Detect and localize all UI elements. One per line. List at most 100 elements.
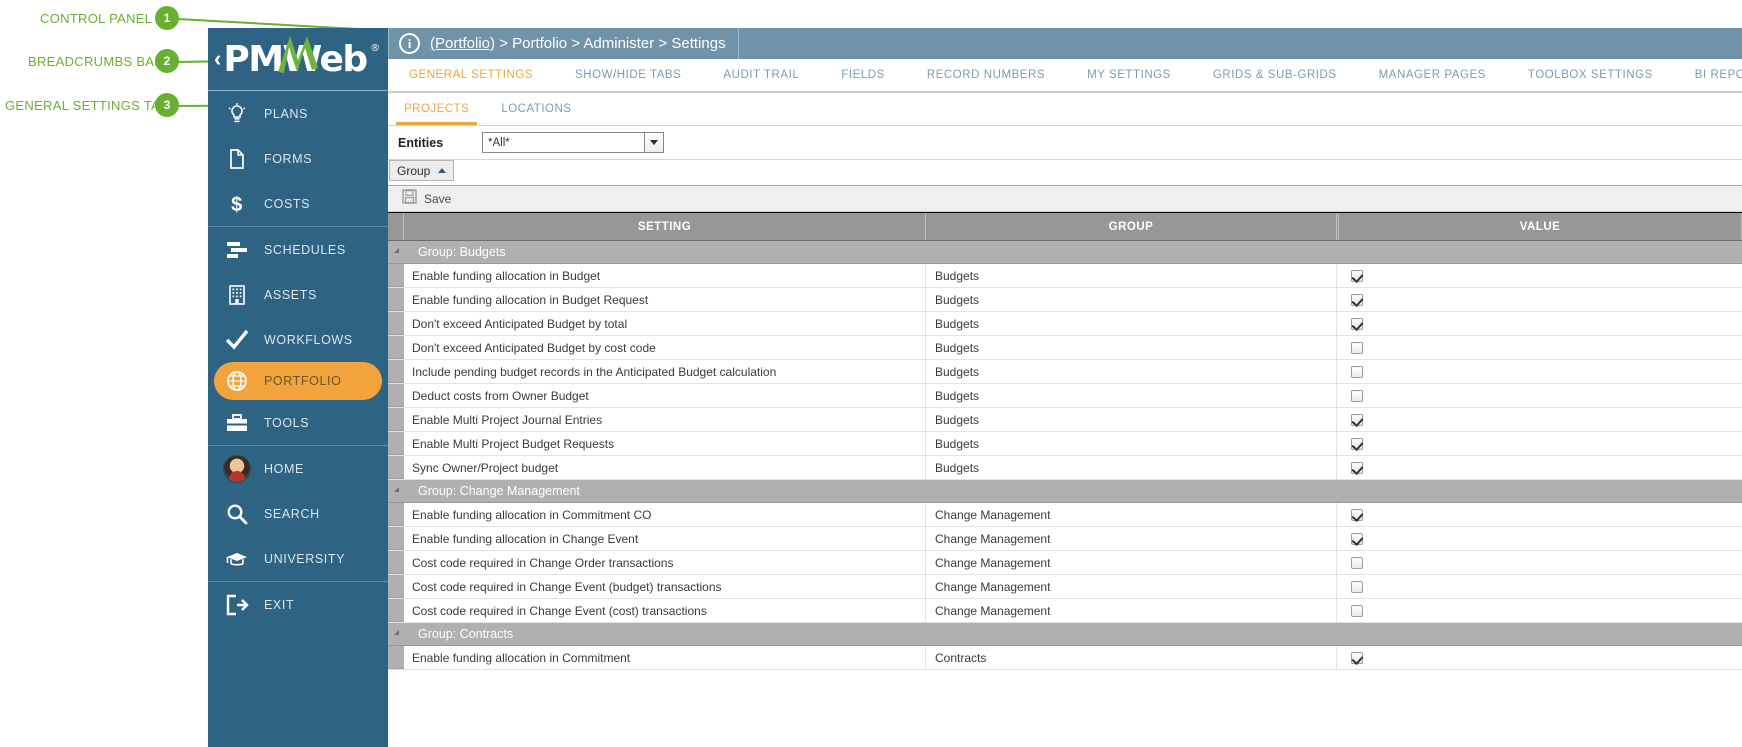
row-handle[interactable] <box>388 288 404 311</box>
cell-value[interactable] <box>1339 408 1742 431</box>
cell-value[interactable] <box>1339 646 1742 669</box>
table-row[interactable]: Cost code required in Change Order trans… <box>388 551 1742 575</box>
sidebar-item-search[interactable]: SEARCH <box>208 491 388 536</box>
grid-header-setting[interactable]: SETTING <box>404 213 926 240</box>
sidebar-item-workflows[interactable]: WORKFLOWS <box>208 317 388 362</box>
value-checkbox[interactable] <box>1351 413 1363 426</box>
entities-dropdown[interactable]: *All* <box>482 132 664 153</box>
row-handle[interactable] <box>388 646 404 669</box>
sidebar-item-tools[interactable]: TOOLS <box>208 400 388 445</box>
cell-value[interactable] <box>1339 432 1742 455</box>
group-collapse-icon[interactable] <box>388 630 404 638</box>
row-handle[interactable] <box>388 264 404 287</box>
row-handle[interactable] <box>388 456 404 479</box>
table-row[interactable]: Enable funding allocation in Budget Budge… <box>388 264 1742 288</box>
sidebar-item-costs[interactable]: $ COSTS <box>208 181 388 226</box>
breadcrumb-link-portfolio[interactable]: (Portfolio) <box>430 35 495 52</box>
table-row[interactable]: Enable funding allocation in Commitment … <box>388 503 1742 527</box>
cell-value[interactable] <box>1339 551 1742 574</box>
value-checkbox[interactable] <box>1351 269 1363 282</box>
grid-group-header-row[interactable]: Group: Contracts <box>388 623 1742 646</box>
entities-value[interactable]: *All* <box>483 133 644 152</box>
cell-value[interactable] <box>1339 360 1742 383</box>
tab-audit-trail[interactable]: AUDIT TRAIL <box>702 59 820 91</box>
value-checkbox[interactable] <box>1351 437 1363 450</box>
tab-bi-reporting[interactable]: BI REPORTING <box>1674 59 1742 91</box>
value-checkbox[interactable] <box>1351 461 1363 474</box>
cell-value[interactable] <box>1339 456 1742 479</box>
value-checkbox[interactable] <box>1351 293 1363 306</box>
tab-locations[interactable]: LOCATIONS <box>485 93 587 125</box>
cell-value[interactable] <box>1339 312 1742 335</box>
sidebar-item-portfolio[interactable]: PORTFOLIO <box>214 362 382 400</box>
tab-general-settings[interactable]: GENERAL SETTINGS <box>388 59 554 91</box>
row-handle[interactable] <box>388 384 404 407</box>
table-row[interactable]: Don't exceed Anticipated Budget by total… <box>388 312 1742 336</box>
table-row[interactable]: Enable funding allocation in Commitment C… <box>388 646 1742 670</box>
save-button[interactable]: Save <box>424 192 451 206</box>
row-handle[interactable] <box>388 575 404 598</box>
value-checkbox[interactable] <box>1351 532 1363 545</box>
app-logo[interactable]: ‹ PMWeb ® <box>208 28 388 90</box>
sidebar-item-schedules[interactable]: SCHEDULES <box>208 227 388 272</box>
table-row[interactable]: Don't exceed Anticipated Budget by cost … <box>388 336 1742 360</box>
sidebar-item-exit[interactable]: EXIT <box>208 582 388 627</box>
row-handle[interactable] <box>388 408 404 431</box>
row-handle[interactable] <box>388 360 404 383</box>
cell-value[interactable] <box>1339 527 1742 550</box>
row-handle[interactable] <box>388 432 404 455</box>
sidebar-item-forms[interactable]: FORMS <box>208 136 388 181</box>
grid-header-group[interactable]: GROUP <box>926 213 1337 240</box>
table-row[interactable]: Enable Multi Project Budget Requests Budg… <box>388 432 1742 456</box>
cell-value[interactable] <box>1339 384 1742 407</box>
tab-my-settings[interactable]: MY SETTINGS <box>1066 59 1192 91</box>
cell-value[interactable] <box>1339 599 1742 622</box>
grid-group-header-row[interactable]: Group: Budgets <box>388 241 1742 264</box>
value-checkbox[interactable] <box>1351 317 1363 330</box>
cell-value[interactable] <box>1339 336 1742 359</box>
grid-group-header-row[interactable]: Group: Change Management <box>388 480 1742 503</box>
sidebar-item-university[interactable]: UNIVERSITY <box>208 536 388 581</box>
entities-dropdown-button[interactable] <box>644 133 663 152</box>
row-handle[interactable] <box>388 599 404 622</box>
info-icon[interactable]: i <box>399 33 420 54</box>
value-checkbox[interactable] <box>1351 365 1363 378</box>
value-checkbox[interactable] <box>1351 389 1363 402</box>
value-checkbox[interactable] <box>1351 651 1363 664</box>
table-row[interactable]: Include pending budget records in the An… <box>388 360 1742 384</box>
row-handle[interactable] <box>388 312 404 335</box>
row-handle[interactable] <box>388 527 404 550</box>
table-row[interactable]: Cost code required in Change Event (budg… <box>388 575 1742 599</box>
group-collapse-icon[interactable] <box>388 487 404 495</box>
collapse-chevron-icon[interactable]: ‹ <box>214 48 221 70</box>
table-row[interactable]: Cost code required in Change Event (cost… <box>388 599 1742 623</box>
tab-show-hide-tabs[interactable]: SHOW/HIDE TABS <box>554 59 702 91</box>
value-checkbox[interactable] <box>1351 556 1363 569</box>
tab-record-numbers[interactable]: RECORD NUMBERS <box>906 59 1066 91</box>
sidebar-item-plans[interactable]: PLANS <box>208 91 388 136</box>
group-button[interactable]: Group <box>389 160 455 181</box>
tab-manager-pages[interactable]: MANAGER PAGES <box>1358 59 1507 91</box>
row-handle[interactable] <box>388 551 404 574</box>
sidebar-item-home[interactable]: HOME <box>208 446 388 491</box>
value-checkbox[interactable] <box>1351 341 1363 354</box>
value-checkbox[interactable] <box>1351 508 1363 521</box>
tab-toolbox-settings[interactable]: TOOLBOX SETTINGS <box>1507 59 1674 91</box>
cell-value[interactable] <box>1339 288 1742 311</box>
value-checkbox[interactable] <box>1351 604 1363 617</box>
cell-value[interactable] <box>1339 264 1742 287</box>
save-disk-icon[interactable] <box>402 188 417 209</box>
table-row[interactable]: Sync Owner/Project budget Budgets <box>388 456 1742 480</box>
tab-fields[interactable]: FIELDS <box>820 59 906 91</box>
table-row[interactable]: Enable funding allocation in Change Even… <box>388 527 1742 551</box>
table-row[interactable]: Deduct costs from Owner Budget Budgets <box>388 384 1742 408</box>
table-row[interactable]: Enable funding allocation in Budget Requ… <box>388 288 1742 312</box>
row-handle[interactable] <box>388 336 404 359</box>
group-collapse-icon[interactable] <box>388 248 404 256</box>
cell-value[interactable] <box>1339 503 1742 526</box>
tab-grids-sub-grids[interactable]: GRIDS & SUB-GRIDS <box>1192 59 1358 91</box>
row-handle[interactable] <box>388 503 404 526</box>
table-row[interactable]: Enable Multi Project Journal Entries Budg… <box>388 408 1742 432</box>
sidebar-item-assets[interactable]: ASSETS <box>208 272 388 317</box>
tab-projects[interactable]: PROJECTS <box>388 93 485 125</box>
